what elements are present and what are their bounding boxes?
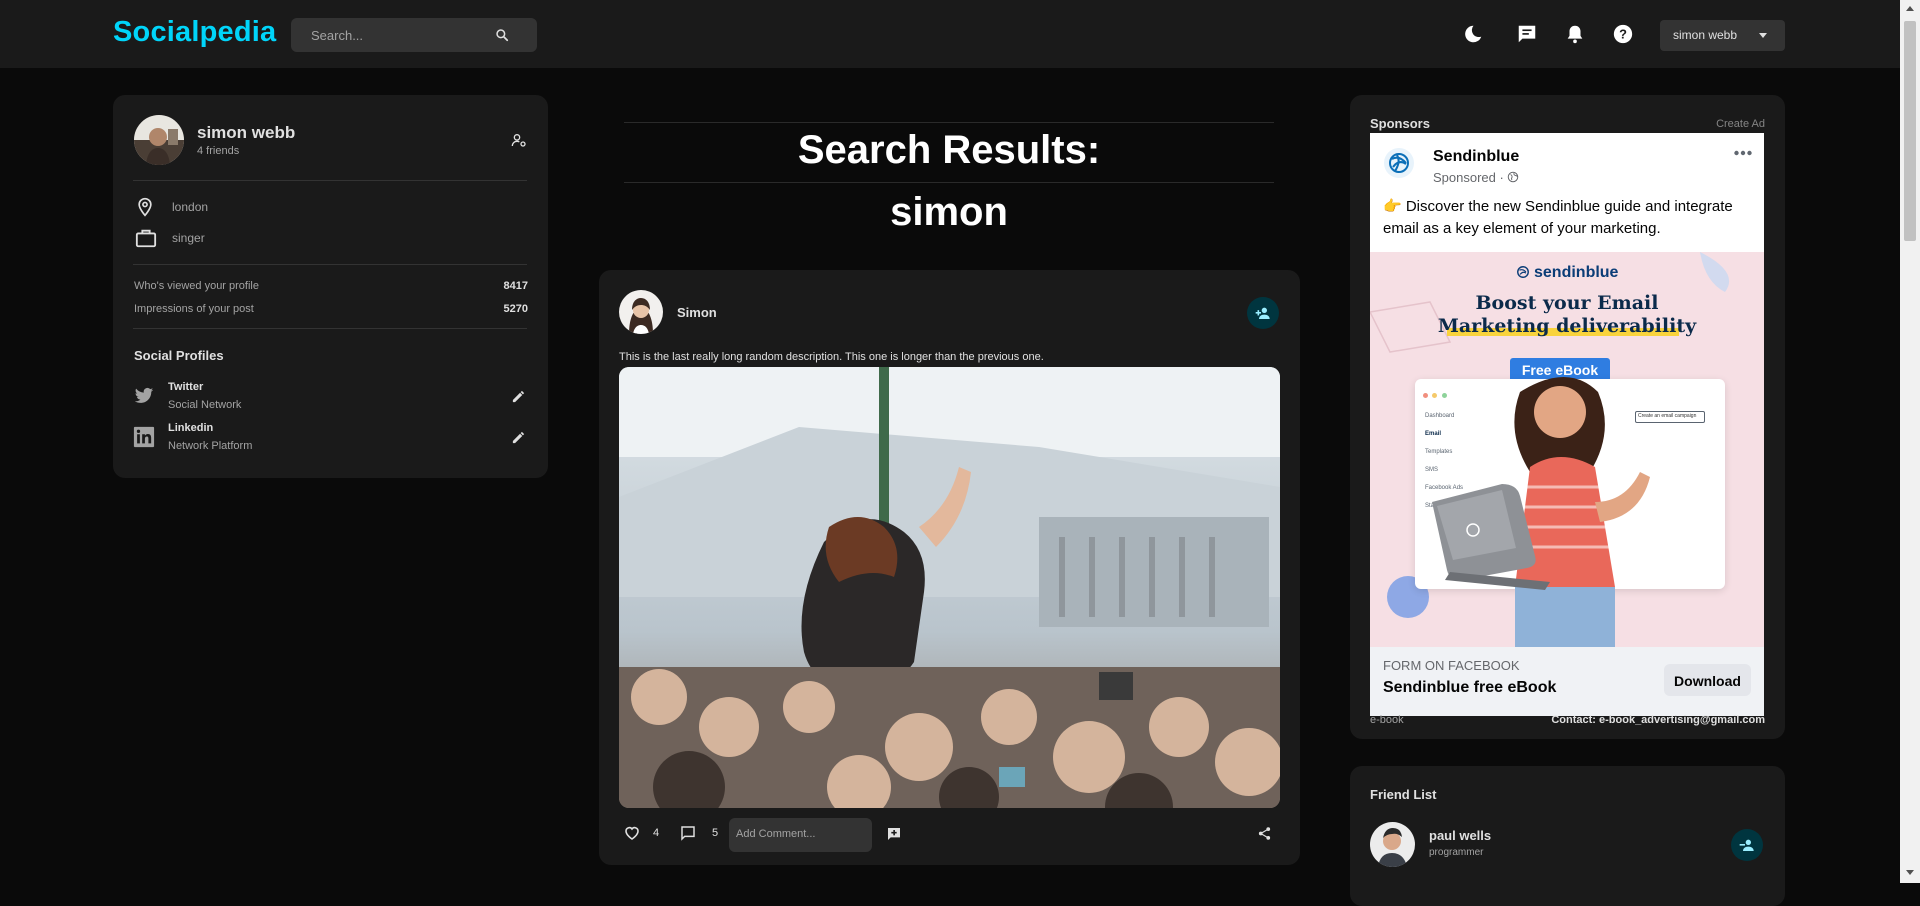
ad-footer-category: e-book	[1370, 714, 1404, 726]
like-icon[interactable]	[624, 825, 640, 841]
message-icon[interactable]	[1516, 23, 1538, 45]
post-description: This is the last really long random desc…	[619, 351, 1044, 363]
avatar-image	[134, 115, 184, 165]
sponsor-card: Sponsors Create Ad Sendinblue Sponsored …	[1350, 95, 1785, 739]
edit-twitter-icon[interactable]	[511, 389, 526, 404]
linkedin-icon	[133, 426, 155, 448]
social-twitter-type: Social Network	[168, 399, 242, 411]
more-options-icon[interactable]	[1734, 149, 1752, 157]
divider	[133, 328, 527, 329]
post-impressions-label: Impressions of your post	[134, 303, 254, 315]
social-linkedin-name[interactable]: Linkedin	[168, 422, 213, 434]
profile-name[interactable]: simon webb	[197, 123, 295, 143]
edit-linkedin-icon[interactable]	[511, 430, 526, 445]
advertiser-name[interactable]: Sendinblue	[1433, 148, 1519, 166]
heading-bottom-rule	[624, 182, 1274, 183]
scroll-up-arrow-icon[interactable]	[1906, 6, 1914, 11]
work-icon	[135, 229, 157, 248]
scrollbar-thumb[interactable]	[1904, 21, 1916, 241]
user-profile-card: simon webb 4 friends london singer Who's…	[113, 95, 548, 478]
friend-list-item[interactable]: paul wells programmer	[1350, 822, 1785, 872]
download-button-label: Download	[1674, 673, 1741, 689]
post-author-name[interactable]: Simon	[677, 305, 717, 320]
social-twitter-name[interactable]: Twitter	[168, 381, 203, 393]
post-impressions-value: 5270	[503, 303, 528, 315]
top-navbar: Socialpedia Search... ? simon webb	[0, 0, 1900, 68]
search-query: simon	[890, 190, 1008, 234]
user-dropdown-label: simon webb	[1673, 28, 1738, 42]
friend-list-heading: Friend List	[1370, 787, 1437, 802]
user-dropdown[interactable]: simon webb	[1660, 20, 1785, 51]
brand-logo[interactable]: Socialpedia	[113, 16, 276, 49]
person-add-icon	[1255, 307, 1270, 319]
friend-occupation: programmer	[1429, 847, 1484, 858]
add-comment-icon[interactable]	[886, 826, 902, 842]
search-results-title: Search Results:	[797, 128, 1101, 172]
add-friend-button[interactable]	[1247, 297, 1279, 329]
social-profiles-heading: Social Profiles	[134, 348, 224, 363]
likes-count: 4	[653, 827, 660, 839]
profile-friends-count: 4 friends	[197, 145, 240, 157]
heading-top-rule	[624, 122, 1274, 123]
globe-icon	[1508, 171, 1519, 183]
sponsored-label-row: Sponsored ·	[1433, 170, 1519, 185]
comment-input[interactable]: Add Comment...	[729, 818, 872, 852]
svg-text:?: ?	[1619, 27, 1627, 42]
concert-photo	[619, 367, 1280, 808]
comment-input-placeholder: Add Comment...	[736, 828, 816, 840]
post-card: Simon This is the last really long rando…	[599, 270, 1300, 865]
comments-count: 5	[712, 827, 719, 839]
sendinblue-logo-icon	[1384, 148, 1414, 178]
post-author-avatar[interactable]	[619, 290, 663, 334]
profile-avatar[interactable]	[134, 115, 184, 165]
ad-model-illustration	[1432, 377, 1650, 647]
help-icon[interactable]: ?	[1612, 23, 1634, 45]
friend-name[interactable]: paul wells	[1429, 828, 1491, 843]
twitter-icon	[134, 387, 154, 403]
location-icon	[138, 197, 152, 217]
search-icon[interactable]	[495, 28, 509, 42]
comment-icon[interactable]	[680, 825, 696, 841]
download-button[interactable]: Download	[1664, 664, 1751, 696]
profile-views-label: Who's viewed your profile	[134, 280, 259, 292]
ad-form-footer: FORM ON FACEBOOK Sendinblue free eBook D…	[1370, 647, 1764, 716]
ad-form-title: Sendinblue free eBook	[1383, 679, 1557, 696]
person-remove-icon	[1739, 839, 1754, 851]
remove-friend-button[interactable]	[1731, 829, 1763, 861]
notification-icon[interactable]	[1564, 23, 1586, 45]
friend-avatar[interactable]	[1370, 822, 1415, 867]
ad-image[interactable]: sendinblue Boost your Email Marketing de…	[1370, 252, 1764, 647]
profile-occupation: singer	[172, 231, 205, 245]
dark-mode-icon[interactable]	[1462, 23, 1484, 45]
create-ad-link[interactable]: Create Ad	[1716, 118, 1765, 130]
ad-form-label: FORM ON FACEBOOK	[1383, 658, 1520, 673]
profile-location: london	[172, 200, 209, 214]
profile-views-value: 8417	[503, 280, 528, 292]
friend-avatar-image	[1370, 822, 1415, 867]
search-bar[interactable]: Search...	[291, 18, 537, 52]
chevron-down-icon	[1759, 33, 1767, 38]
sponsors-heading: Sponsors	[1370, 116, 1430, 131]
divider	[133, 264, 527, 265]
share-icon[interactable]	[1257, 826, 1272, 841]
scroll-down-arrow-icon[interactable]	[1906, 870, 1914, 875]
manage-account-icon[interactable]	[511, 132, 527, 148]
divider	[133, 180, 527, 181]
post-image[interactable]	[619, 367, 1280, 808]
ad-creative[interactable]: Sendinblue Sponsored · 👉 Discover the ne…	[1370, 133, 1764, 716]
ad-body-text: 👉 Discover the new Sendinblue guide and …	[1383, 198, 1733, 237]
friend-list-card: Friend List paul wells programmer	[1350, 766, 1785, 906]
sponsored-label: Sponsored ·	[1433, 170, 1508, 185]
search-input[interactable]: Search...	[311, 28, 363, 43]
page-scrollbar[interactable]	[1900, 0, 1920, 883]
social-linkedin-type: Network Platform	[168, 440, 253, 452]
author-avatar-image	[619, 290, 663, 334]
ad-footer-contact[interactable]: Contact: e-book_advertising@gmail.com	[1551, 714, 1765, 726]
